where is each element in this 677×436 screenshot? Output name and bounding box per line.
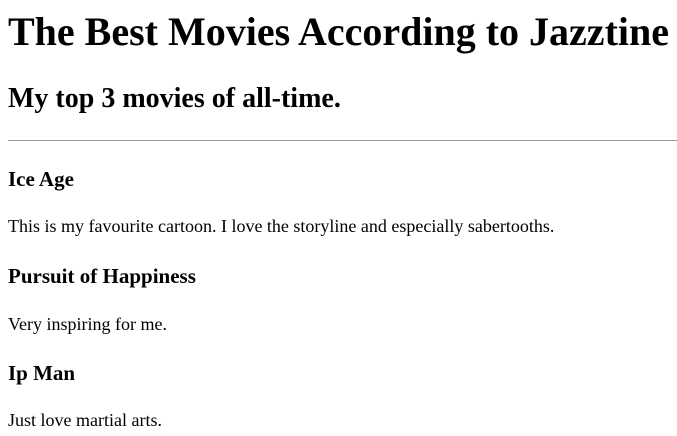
movie-description-ice-age: This is my favourite cartoon. I love the…	[8, 216, 555, 236]
horizontal-divider	[8, 140, 677, 141]
movie-description-pursuit-of-happiness: Very inspiring for me.	[8, 314, 167, 334]
movie-title-ice-age: Ice Age	[8, 167, 74, 191]
movie-title-pursuit-of-happiness: Pursuit of Happiness	[8, 264, 196, 288]
page-subtitle: My top 3 movies of all-time.	[8, 83, 341, 114]
movie-title-ip-man: Ip Man	[8, 361, 76, 385]
page-root: The Best Movies According to Jazztine My…	[0, 0, 677, 436]
page-title: The Best Movies According to Jazztine	[8, 9, 669, 54]
movie-description-ip-man: Just love martial arts.	[8, 410, 162, 430]
